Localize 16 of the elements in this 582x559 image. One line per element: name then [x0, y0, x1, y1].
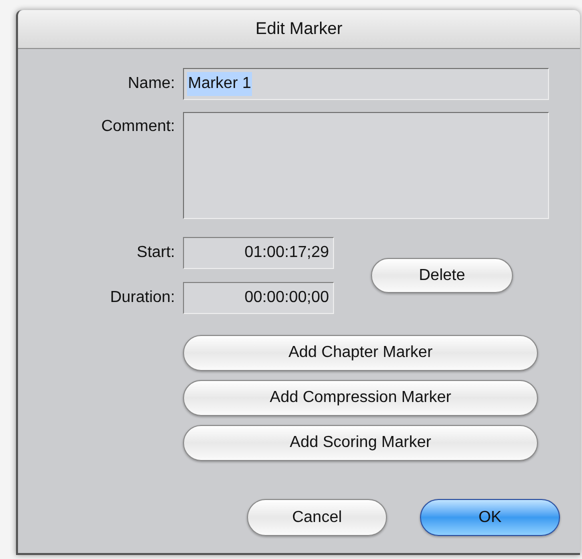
name-value: Marker 1	[187, 72, 252, 96]
delete-button[interactable]: Delete	[371, 258, 513, 293]
ok-button[interactable]: OK	[420, 499, 560, 536]
name-field[interactable]: Marker 1	[183, 68, 549, 100]
add-marker-button[interactable]: Add Chapter Marker	[183, 335, 538, 371]
comment-field[interactable]	[183, 112, 549, 219]
field-label: Name:	[126, 74, 175, 94]
field-label: Duration:	[109, 288, 175, 308]
add-marker-button[interactable]: Add Scoring Marker	[183, 425, 538, 461]
start-value: 01:00:17;29	[244, 243, 329, 263]
cancel-button[interactable]: Cancel	[247, 499, 387, 536]
window-title: Edit Marker	[256, 18, 342, 40]
add-marker-button[interactable]: Add Compression Marker	[183, 380, 538, 416]
duration-value: 00:00:00;00	[244, 288, 329, 308]
field-label: Start:	[136, 243, 175, 263]
field-label: Comment:	[100, 117, 175, 137]
